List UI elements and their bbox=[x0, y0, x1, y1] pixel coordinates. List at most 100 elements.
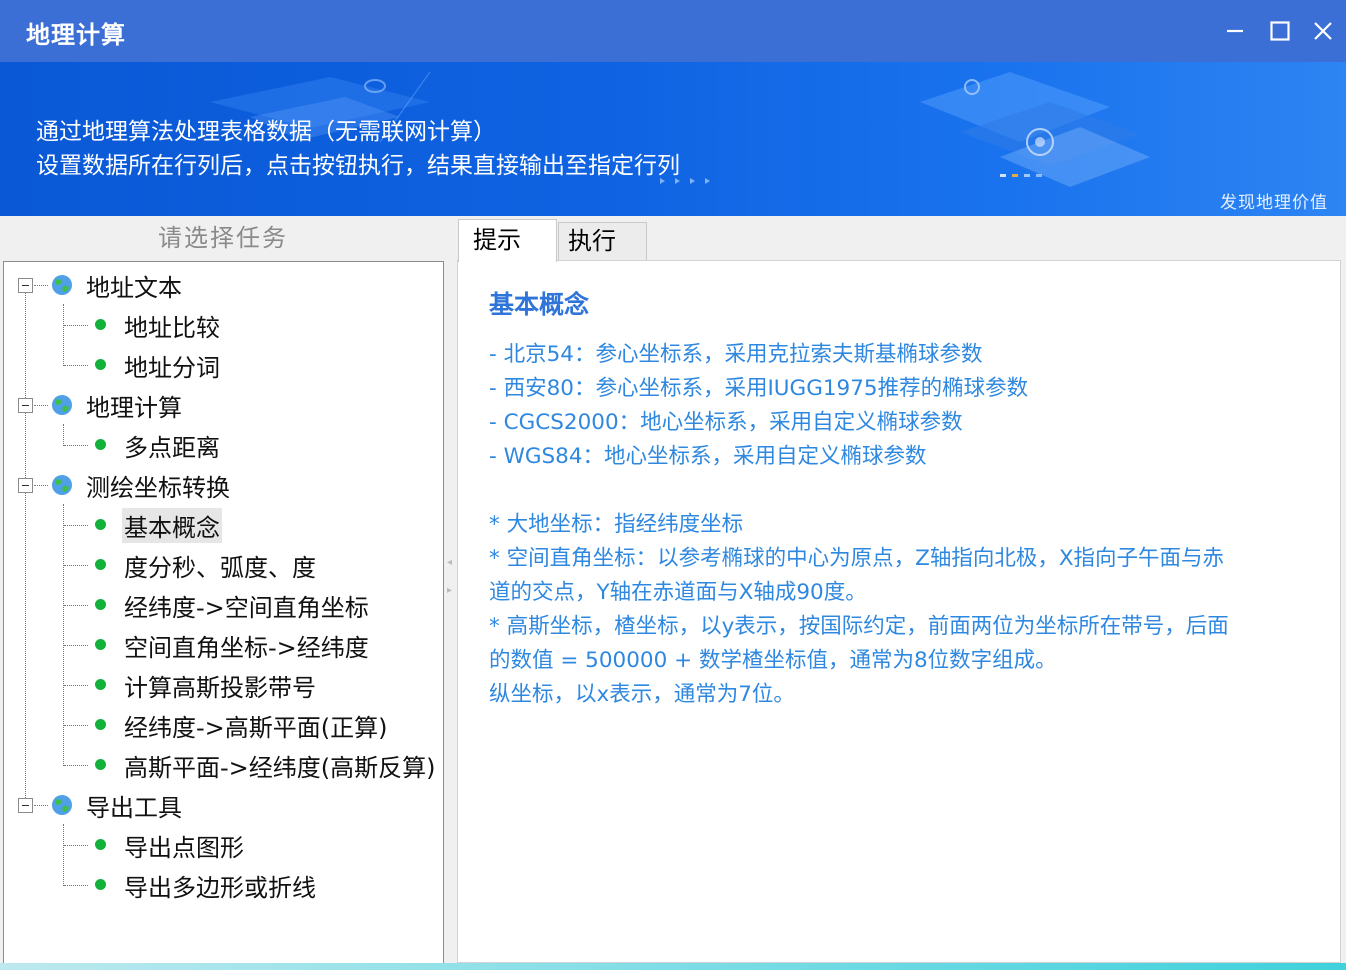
green-dot-icon bbox=[95, 359, 106, 370]
maximize-icon bbox=[1270, 21, 1290, 41]
tree-root-line bbox=[25, 292, 26, 802]
tree-group-label: 测绘坐标转换 bbox=[86, 473, 230, 502]
content-line: - CGCS2000：地心坐标系，采用自定义椭球参数 bbox=[489, 410, 963, 435]
window-title: 地理计算 bbox=[26, 21, 126, 49]
green-dot-icon bbox=[95, 319, 106, 330]
content-line: - 北京54：参心坐标系，采用克拉索夫斯基椭球参数 bbox=[489, 342, 983, 367]
tree-connector bbox=[64, 525, 88, 526]
panel-splitter[interactable]: ◂ ▸ bbox=[444, 216, 456, 966]
banner-description-line-2: 设置数据所在行列后，点击按钮执行，结果直接输出至指定行列 bbox=[36, 153, 680, 179]
tree-connector bbox=[64, 685, 88, 686]
splitter-grip-icon: ◂ ▸ bbox=[447, 557, 453, 596]
tree-item-label: 计算高斯投影带号 bbox=[124, 673, 316, 702]
tree-group-label: 地址文本 bbox=[86, 273, 182, 302]
tree-item-gauss-forward[interactable]: 经纬度->高斯平面(正算) bbox=[122, 705, 390, 745]
green-dot-icon bbox=[95, 759, 106, 770]
tree-item-multi-distance[interactable]: 多点距离 bbox=[122, 425, 222, 465]
tree-connector bbox=[64, 765, 88, 766]
tree-expander-export-tools[interactable] bbox=[18, 798, 33, 813]
task-panel-header: 请选择任务 bbox=[0, 216, 446, 260]
banner-description-line-1: 通过地理算法处理表格数据（无需联网计算） bbox=[36, 119, 496, 145]
content-line: 纵坐标，以x表示，通常为7位。 bbox=[489, 682, 795, 707]
tree-connector bbox=[34, 485, 48, 486]
content-line: * 高斯坐标，楂坐标，以y表示，按国际约定，前面两位为坐标所在带号，后面 bbox=[489, 614, 1229, 639]
green-dot-icon bbox=[95, 639, 106, 650]
tree-item-gauss-zone[interactable]: 计算高斯投影带号 bbox=[122, 665, 318, 705]
tree-expander-survey-transform[interactable] bbox=[18, 478, 33, 493]
content-line: - WGS84：地心坐标系，采用自定义椭球参数 bbox=[489, 444, 927, 469]
green-dot-icon bbox=[95, 679, 106, 690]
tree-item-label: 空间直角坐标->经纬度 bbox=[124, 633, 369, 662]
globe-icon bbox=[52, 475, 72, 495]
globe-icon bbox=[52, 395, 72, 415]
green-dot-icon bbox=[95, 719, 106, 730]
tree-expander-geo-calc[interactable] bbox=[18, 398, 33, 413]
content-line: 道的交点，Y轴在赤道面与X轴成90度。 bbox=[489, 580, 867, 605]
tree-item-address-segment[interactable]: 地址分词 bbox=[122, 345, 222, 385]
header-banner: 通过地理算法处理表格数据（无需联网计算） 设置数据所在行列后，点击按钮执行，结果… bbox=[0, 62, 1346, 216]
tree-branch-line bbox=[63, 824, 64, 886]
tree-item-gauss-inverse[interactable]: 高斯平面->经纬度(高斯反算) bbox=[122, 745, 438, 785]
tree-item-latlon-to-xyz[interactable]: 经纬度->空间直角坐标 bbox=[122, 585, 371, 625]
tree-connector bbox=[64, 365, 88, 366]
tree-group-geo-calc[interactable]: 地理计算 bbox=[84, 385, 184, 425]
globe-icon bbox=[52, 795, 72, 815]
content-line: 的数值 = 500000 + 数学楂坐标值，通常为8位数字组成。 bbox=[489, 648, 1057, 673]
tree-connector bbox=[64, 845, 88, 846]
tree-item-export-points[interactable]: 导出点图形 bbox=[122, 825, 246, 865]
minimize-icon bbox=[1227, 29, 1243, 33]
green-dot-icon bbox=[95, 599, 106, 610]
tree-item-label: 导出多边形或折线 bbox=[124, 873, 316, 902]
tree-branch-line bbox=[63, 424, 64, 446]
tree-group-survey-transform[interactable]: 测绘坐标转换 bbox=[84, 465, 232, 505]
tree-item-label: 地址比较 bbox=[124, 313, 220, 342]
tree-connector bbox=[64, 445, 88, 446]
tree-item-address-compare[interactable]: 地址比较 bbox=[122, 305, 222, 345]
minimize-button[interactable] bbox=[1218, 14, 1252, 48]
tree-branch-line bbox=[63, 304, 64, 366]
tab-execute[interactable]: 执行 bbox=[558, 222, 647, 260]
tree-expander-address-text[interactable] bbox=[18, 278, 33, 293]
green-dot-icon bbox=[95, 879, 106, 890]
tree-branch-line bbox=[63, 504, 64, 766]
tree-connector bbox=[64, 565, 88, 566]
tree-connector bbox=[34, 285, 48, 286]
tree-connector bbox=[64, 605, 88, 606]
green-dot-icon bbox=[95, 839, 106, 850]
tree-group-label: 导出工具 bbox=[86, 793, 182, 822]
tree-group-label: 地理计算 bbox=[86, 393, 182, 422]
tree-item-label: 多点距离 bbox=[124, 433, 220, 462]
content-line: * 空间直角坐标：以参考椭球的中心为原点，Z轴指向北极，X指向子午面与赤 bbox=[489, 546, 1225, 571]
bottom-status-strip bbox=[0, 963, 1346, 970]
tree-item-export-polygons[interactable]: 导出多边形或折线 bbox=[122, 865, 318, 905]
maximize-button[interactable] bbox=[1263, 14, 1297, 48]
tree-connector bbox=[64, 885, 88, 886]
tree-connector bbox=[64, 325, 88, 326]
close-button[interactable] bbox=[1306, 14, 1340, 48]
tree-item-label: 经纬度->空间直角坐标 bbox=[124, 593, 369, 622]
globe-icon bbox=[52, 275, 72, 295]
banner-slogan: 发现地理价值 bbox=[1220, 193, 1328, 213]
task-tree[interactable]: 地址文本 地址比较 地址分词 地理计算 多点距离 测绘坐标转换 基本概念 度分秒… bbox=[3, 261, 444, 964]
tab-hint[interactable]: 提示 bbox=[458, 219, 557, 262]
hint-content-panel: 基本概念 - 北京54：参心坐标系，采用克拉索夫斯基椭球参数 - 西安80：参心… bbox=[457, 260, 1341, 963]
tree-group-export-tools[interactable]: 导出工具 bbox=[84, 785, 184, 825]
green-dot-icon bbox=[95, 519, 106, 530]
tree-item-dms-radian-degree[interactable]: 度分秒、弧度、度 bbox=[122, 545, 318, 585]
close-icon bbox=[1314, 22, 1332, 40]
tree-item-label: 导出点图形 bbox=[124, 833, 244, 862]
tree-connector bbox=[34, 805, 48, 806]
content-heading: 基本概念 bbox=[489, 290, 590, 319]
tree-item-basic-concepts[interactable]: 基本概念 bbox=[122, 505, 222, 545]
tree-item-label: 度分秒、弧度、度 bbox=[124, 553, 316, 582]
tree-item-xyz-to-latlon[interactable]: 空间直角坐标->经纬度 bbox=[122, 625, 371, 665]
tree-item-label: 基本概念 bbox=[122, 507, 222, 543]
tree-item-label: 经纬度->高斯平面(正算) bbox=[124, 713, 388, 742]
tree-connector bbox=[64, 725, 88, 726]
content-line: - 西安80：参心坐标系，采用IUGG1975推荐的椭球参数 bbox=[489, 376, 1029, 401]
tree-connector bbox=[34, 405, 48, 406]
tree-group-address-text[interactable]: 地址文本 bbox=[84, 265, 184, 305]
tree-connector bbox=[64, 645, 88, 646]
title-bar: 地理计算 bbox=[0, 0, 1346, 62]
tree-item-label: 地址分词 bbox=[124, 353, 220, 382]
